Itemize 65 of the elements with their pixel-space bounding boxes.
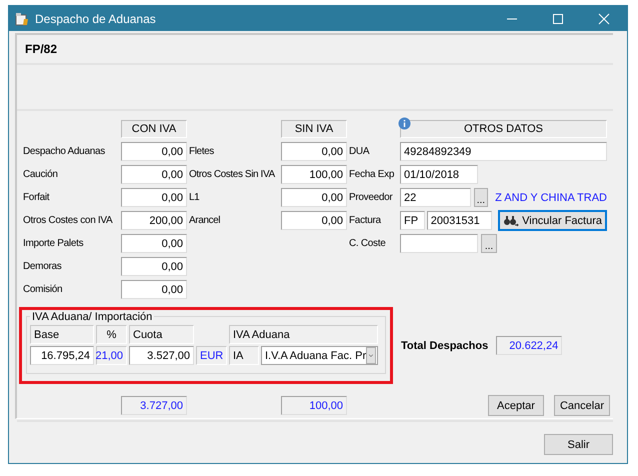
- cuota-field[interactable]: 3.527,00: [129, 346, 194, 365]
- document-code: FP/82: [25, 42, 58, 56]
- amount-field[interactable]: 200,00: [121, 211, 187, 230]
- field-label: Importe Palets: [22, 238, 84, 249]
- lookup-field[interactable]: [400, 234, 478, 253]
- window-title: Despacho de Aduanas: [35, 12, 157, 26]
- column-header: CON IVA: [121, 120, 187, 138]
- amount-field[interactable]: 0,00: [121, 142, 187, 161]
- amount-field[interactable]: 0,00: [281, 188, 347, 207]
- folder-icon: [15, 12, 29, 26]
- field-label: Forfait: [22, 192, 50, 203]
- info-icon: [398, 116, 411, 130]
- type-dropdown[interactable]: I.V.A Aduana Fac. Pr: [261, 346, 378, 365]
- field-label: Otros Costes con IVA: [22, 215, 114, 226]
- close-icon[interactable]: [598, 12, 610, 24]
- field-label: DUA: [348, 146, 370, 157]
- field-label: Fletes: [188, 146, 215, 157]
- column-header: SIN IVA: [281, 120, 347, 138]
- field-label: Proveedor: [348, 192, 394, 203]
- field-label: L1: [188, 192, 200, 203]
- field-label: Caución: [22, 169, 59, 180]
- total-field: 100,00: [281, 396, 347, 415]
- field-label: C. Coste: [348, 238, 387, 249]
- column-header: %: [96, 325, 127, 344]
- field-label: Fecha Exp: [348, 169, 396, 180]
- amount-field[interactable]: 0,00: [281, 211, 347, 230]
- invoice-number-field[interactable]: 20031531: [426, 211, 492, 230]
- field-label: Demoras: [22, 261, 62, 272]
- field-label: Otros Costes Sin IVA: [188, 169, 276, 180]
- total-field: 3.727,00: [121, 396, 187, 415]
- field-label: Despacho Aduanas: [22, 146, 106, 157]
- percent-value: 21,00: [96, 346, 127, 365]
- column-header: IVA Aduana: [229, 325, 378, 344]
- supplier-name: Z AND Y CHINA TRAD: [495, 192, 607, 204]
- amount-field[interactable]: 0,00: [121, 234, 187, 253]
- field-label: Arancel: [188, 215, 222, 226]
- dialog-button[interactable]: Cancelar: [554, 395, 610, 416]
- column-header: OTROS DATOS: [400, 120, 607, 138]
- group-title: IVA Aduana/ Importación: [30, 311, 154, 323]
- amount-field[interactable]: 0,00: [281, 142, 347, 161]
- amount-field[interactable]: 0,00: [121, 165, 187, 184]
- amount-field[interactable]: 100,00: [281, 165, 347, 184]
- column-header: Cuota: [129, 325, 194, 344]
- code-value: IA: [229, 346, 259, 365]
- total-field: 20.622,24: [496, 336, 562, 355]
- amount-field[interactable]: 0,00: [121, 280, 187, 299]
- link-invoice-button[interactable]: Vincular Factura: [498, 210, 607, 231]
- browse-button[interactable]: ...: [481, 234, 497, 253]
- column-header: Base: [30, 325, 94, 344]
- exit-button[interactable]: Salir: [544, 434, 613, 455]
- base-field[interactable]: 16.795,24: [30, 346, 94, 365]
- series-field[interactable]: FP: [400, 211, 425, 230]
- currency-value: EUR: [196, 346, 227, 365]
- field-label: Factura: [348, 215, 382, 226]
- binoculars-icon: [503, 214, 520, 226]
- maximize-icon[interactable]: [552, 12, 564, 24]
- field-label: Comisión: [22, 284, 64, 295]
- amount-field[interactable]: 0,00: [121, 188, 187, 207]
- dialog-button[interactable]: Aceptar: [488, 395, 544, 416]
- total-label: Total Despachos: [401, 340, 488, 352]
- lookup-field[interactable]: 22: [400, 188, 471, 207]
- date-field[interactable]: 01/10/2018: [400, 165, 478, 184]
- amount-field[interactable]: 0,00: [121, 257, 187, 276]
- text-field[interactable]: 49284892349: [400, 142, 607, 161]
- browse-button[interactable]: ...: [474, 188, 488, 207]
